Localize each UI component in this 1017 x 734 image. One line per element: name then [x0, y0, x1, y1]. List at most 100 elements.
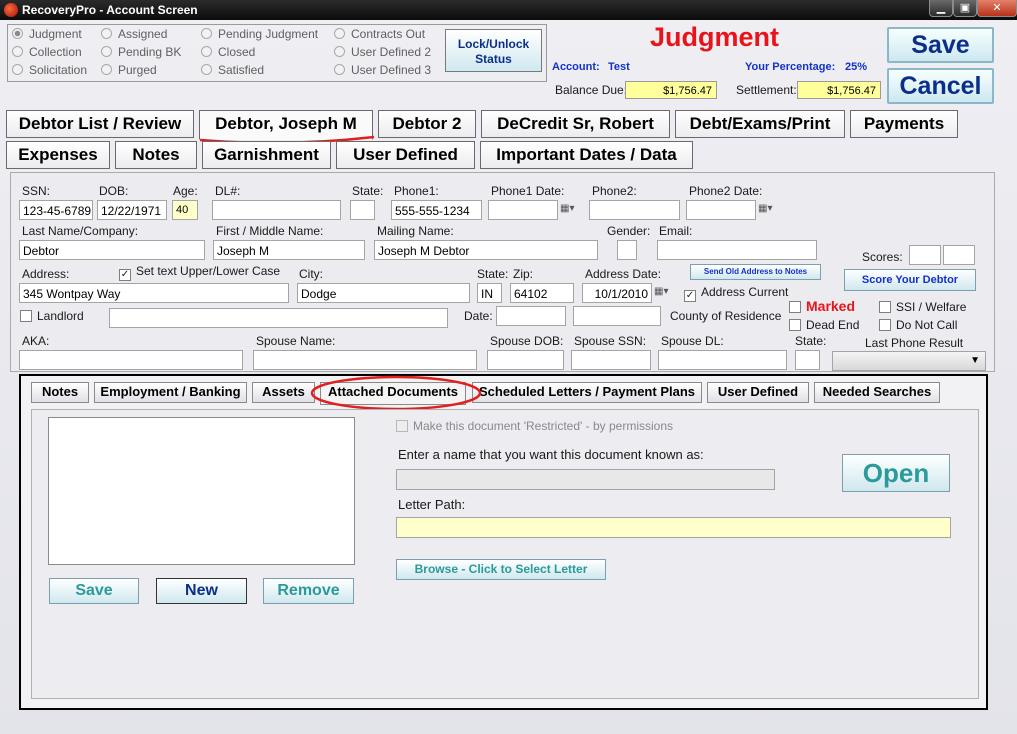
- spouse-name-field[interactable]: [253, 350, 477, 370]
- mailing-name-field[interactable]: Joseph M Debtor: [374, 240, 598, 260]
- phone1-date-field[interactable]: [488, 200, 558, 220]
- radio-assigned[interactable]: Assigned: [101, 27, 167, 41]
- cancel-button[interactable]: Cancel: [887, 68, 994, 104]
- radio-dot: [12, 28, 23, 39]
- documents-list[interactable]: [48, 417, 355, 565]
- tab-garnishment[interactable]: Garnishment: [202, 141, 331, 169]
- zip-field[interactable]: 64102: [510, 283, 574, 303]
- spouse-state-label: State:: [795, 334, 827, 348]
- radio-pending-bk[interactable]: Pending BK: [101, 45, 181, 59]
- document-name-field[interactable]: [396, 469, 775, 490]
- balance-due-label: Balance Due:: [555, 83, 628, 97]
- landlord-date-field[interactable]: [496, 306, 566, 326]
- subtab-needed-searches[interactable]: Needed Searches: [814, 382, 940, 403]
- minimize-button[interactable]: ▁: [929, 0, 953, 17]
- close-button[interactable]: ✕: [977, 0, 1017, 17]
- city-field[interactable]: Dodge: [297, 283, 470, 303]
- new-document-button[interactable]: New: [156, 578, 247, 604]
- radio-contracts-out[interactable]: Contracts Out: [334, 27, 425, 41]
- ssi-welfare-checkbox[interactable]: SSI / Welfare: [879, 300, 966, 314]
- subtab-assets[interactable]: Assets: [252, 382, 315, 403]
- tab-user-defined[interactable]: User Defined: [336, 141, 475, 169]
- radio-user-defined-2[interactable]: User Defined 2: [334, 45, 431, 59]
- aka-field[interactable]: [19, 350, 243, 370]
- open-document-button[interactable]: Open: [842, 454, 950, 492]
- spouse-dob-field[interactable]: [487, 350, 564, 370]
- ssn-field[interactable]: 123-45-6789: [19, 200, 93, 220]
- browse-letter-button[interactable]: Browse - Click to Select Letter: [396, 559, 606, 580]
- tab-debt-exams-print[interactable]: Debt/Exams/Print: [675, 110, 845, 138]
- lock-unlock-status-button[interactable]: Lock/Unlock Status: [445, 29, 542, 72]
- radio-dot: [101, 46, 112, 57]
- radio-closed[interactable]: Closed: [201, 45, 255, 59]
- email-label: Email:: [659, 224, 693, 238]
- tab-important-dates-data[interactable]: Important Dates / Data: [480, 141, 693, 169]
- landlord-checkbox[interactable]: Landlord: [20, 309, 84, 323]
- dead-end-checkbox[interactable]: Dead End: [789, 318, 859, 332]
- phone2-field[interactable]: [589, 200, 680, 220]
- spouse-ssn-label: Spouse SSN:: [574, 334, 647, 348]
- landlord-field[interactable]: [109, 308, 448, 328]
- remove-document-button[interactable]: Remove: [263, 578, 354, 604]
- calendar-dropdown-icon[interactable]: ▦▾: [654, 286, 668, 297]
- spouse-state-field[interactable]: [795, 350, 820, 370]
- first-name-field[interactable]: Joseph M: [213, 240, 365, 260]
- address-field[interactable]: 345 Wontpay Way: [19, 283, 289, 303]
- last-name-field[interactable]: Debtor: [19, 240, 205, 260]
- address-current-checkbox[interactable]: ✓ Address Current: [684, 285, 788, 302]
- tab-payments[interactable]: Payments: [850, 110, 958, 138]
- dl-state-field[interactable]: [350, 200, 375, 220]
- set-text-case-checkbox[interactable]: ✓ Set text Upper/Lower Case: [119, 264, 280, 281]
- county-field[interactable]: [573, 306, 661, 326]
- tab-decredit-sr-robert[interactable]: DeCredit Sr, Robert: [481, 110, 670, 138]
- settlement-value[interactable]: $1,756.47: [797, 81, 881, 99]
- address-state-field[interactable]: IN: [477, 283, 502, 303]
- phone2-date-field[interactable]: [686, 200, 756, 220]
- last-phone-result-dropdown[interactable]: ▼: [832, 351, 986, 371]
- radio-purged[interactable]: Purged: [101, 63, 157, 77]
- county-label: County of Residence: [670, 309, 782, 323]
- status-title: Judgment: [650, 22, 780, 52]
- spouse-ssn-field[interactable]: [571, 350, 651, 370]
- score-field-2: [943, 245, 975, 265]
- restricted-checkbox[interactable]: Make this document 'Restricted' - by per…: [396, 419, 673, 433]
- checkbox-icon: [789, 319, 801, 331]
- radio-solicitation[interactable]: Solicitation: [12, 63, 87, 77]
- send-old-address-button[interactable]: Send Old Address to Notes: [690, 264, 821, 280]
- dob-field[interactable]: 12/22/1971: [97, 200, 167, 220]
- letter-path-field[interactable]: [396, 517, 951, 538]
- maximize-button[interactable]: ▣: [953, 0, 977, 17]
- subtab-notes[interactable]: Notes: [31, 382, 89, 403]
- radio-judgment[interactable]: Judgment: [12, 27, 82, 41]
- radio-dot: [334, 46, 345, 57]
- phone1-field[interactable]: 555-555-1234: [391, 200, 482, 220]
- spouse-name-label: Spouse Name:: [256, 334, 336, 348]
- marked-checkbox[interactable]: Marked: [789, 298, 855, 314]
- tab-debtor-list-review[interactable]: Debtor List / Review: [6, 110, 194, 138]
- phone2-date-label: Phone2 Date:: [689, 184, 763, 198]
- radio-collection[interactable]: Collection: [12, 45, 82, 59]
- tab-expenses[interactable]: Expenses: [6, 141, 110, 169]
- tab-notes[interactable]: Notes: [115, 141, 197, 169]
- score-your-debtor-button[interactable]: Score Your Debtor: [844, 269, 976, 291]
- save-document-button[interactable]: Save: [49, 578, 139, 604]
- calendar-dropdown-icon[interactable]: ▦▾: [560, 203, 574, 214]
- subtab-user-defined[interactable]: User Defined: [707, 382, 809, 403]
- subtab-scheduled-letters[interactable]: Scheduled Letters / Payment Plans: [472, 382, 702, 403]
- mailing-name-label: Mailing Name:: [377, 224, 454, 238]
- balance-due-value: $1,756.47: [625, 81, 717, 99]
- tab-debtor-2[interactable]: Debtor 2: [378, 110, 476, 138]
- dl-field[interactable]: [212, 200, 341, 220]
- gender-field[interactable]: [617, 240, 637, 260]
- calendar-dropdown-icon[interactable]: ▦▾: [758, 203, 772, 214]
- radio-pending-judgment[interactable]: Pending Judgment: [201, 27, 318, 41]
- save-button[interactable]: Save: [887, 27, 994, 63]
- email-field[interactable]: [657, 240, 817, 260]
- spouse-dl-field[interactable]: [658, 350, 787, 370]
- radio-satisfied[interactable]: Satisfied: [201, 63, 264, 77]
- do-not-call-checkbox[interactable]: Do Not Call: [879, 318, 957, 332]
- subtab-employment-banking[interactable]: Employment / Banking: [94, 382, 247, 403]
- age-label: Age:: [173, 184, 198, 198]
- radio-user-defined-3[interactable]: User Defined 3: [334, 63, 431, 77]
- address-date-field[interactable]: 10/1/2010: [582, 283, 652, 303]
